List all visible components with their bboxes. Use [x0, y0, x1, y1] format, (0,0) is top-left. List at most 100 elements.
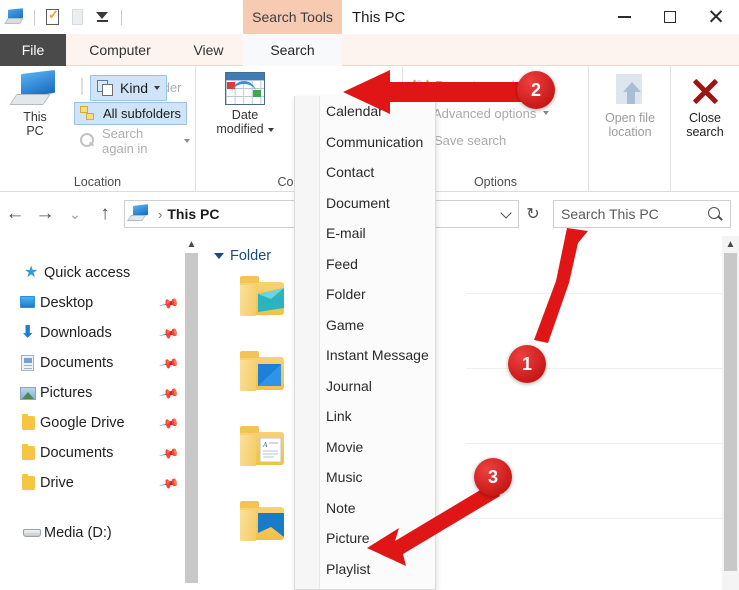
menu-item-picture[interactable]: Picture	[295, 523, 435, 554]
ribbon-group-close-search: Close search	[671, 66, 739, 192]
open-file-location-button[interactable]: Open file location	[597, 74, 663, 140]
this-pc-button[interactable]: This PC	[2, 69, 68, 139]
tab-view-label: View	[193, 42, 224, 58]
menu-item-playlist[interactable]: Playlist	[295, 554, 435, 585]
up-button[interactable]: ↑	[90, 199, 120, 229]
minimize-icon	[617, 16, 631, 18]
blue-shape-icon	[258, 513, 284, 537]
scroll-up-icon[interactable]: ▲	[183, 236, 200, 253]
group-header-folder[interactable]: Folder	[200, 236, 724, 270]
forward-button[interactable]: →	[30, 199, 60, 229]
menu-item-document[interactable]: Document	[295, 188, 435, 219]
menu-item-link[interactable]: Link	[295, 401, 435, 432]
contextual-tab-label: Search Tools	[252, 9, 333, 25]
nav-item-pictures[interactable]: Pictures 📌	[0, 378, 199, 408]
ribbon-tab-strip: File Computer View Search ?	[0, 34, 739, 93]
kind-dropdown-menu: Calendar Communication Contact Document …	[294, 96, 436, 590]
this-pc-label-line2: PC	[26, 124, 44, 139]
pin-icon[interactable]: 📌	[158, 353, 180, 375]
pin-icon[interactable]: 📌	[158, 473, 180, 495]
menu-item-calendar[interactable]: Calendar	[295, 96, 435, 127]
documents-icon	[18, 353, 40, 373]
pin-icon[interactable]: 📌	[158, 323, 180, 345]
pin-icon[interactable]: 📌	[158, 383, 180, 405]
menu-item-folder[interactable]: Folder	[295, 279, 435, 310]
tab-view[interactable]: View	[174, 34, 243, 66]
nav-pane-scrollbar[interactable]: ▲	[183, 236, 200, 590]
svg-text:A: A	[262, 441, 268, 449]
drive-icon	[22, 523, 44, 543]
all-subfolders-button[interactable]: All subfolders	[74, 102, 188, 125]
menu-item-email[interactable]: E-mail	[295, 218, 435, 249]
chevron-down-icon	[154, 86, 161, 90]
menu-item-feed[interactable]: Feed	[295, 249, 435, 280]
divider	[466, 518, 724, 519]
calendar-icon	[225, 72, 265, 105]
list-item[interactable]	[240, 351, 286, 391]
menu-item-movie[interactable]: Movie	[295, 432, 435, 463]
nav-item-downloads[interactable]: ⬇ Downloads 📌	[0, 318, 199, 348]
pin-icon[interactable]: 📌	[158, 413, 180, 435]
annotation-badge-2: 2	[517, 71, 555, 109]
menu-item-journal[interactable]: Journal	[295, 371, 435, 402]
downloads-icon: ⬇	[21, 324, 35, 341]
scroll-up-icon[interactable]: ▲	[722, 236, 739, 253]
refresh-button[interactable]: ↻	[519, 200, 547, 228]
close-button[interactable]: ✕	[693, 0, 739, 34]
close-icon: ✕	[707, 5, 725, 29]
open-file-location-label-line2: location	[608, 125, 652, 140]
list-item[interactable]	[240, 501, 286, 541]
customize-caret-icon[interactable]	[93, 7, 113, 27]
kind-label: Kind	[120, 80, 149, 96]
date-modified-button[interactable]: Date modified	[208, 72, 282, 137]
search-again-in-button[interactable]: Search again in	[74, 126, 195, 156]
all-subfolders-label: All subfolders	[103, 106, 182, 121]
back-button[interactable]: ←	[0, 199, 30, 229]
menu-item-instant-message[interactable]: Instant Message	[295, 340, 435, 371]
breadcrumb-this-pc[interactable]: This PC	[167, 206, 219, 222]
quick-access-toolbar	[0, 7, 125, 27]
close-search-button[interactable]: Close search	[673, 74, 737, 140]
nav-item-desktop[interactable]: Desktop 📌	[0, 288, 199, 318]
nav-item-documents[interactable]: Documents 📌	[0, 348, 199, 378]
properties-icon[interactable]	[43, 7, 63, 27]
search-input[interactable]: Search This PC	[553, 200, 731, 228]
menu-item-contact[interactable]: Contact	[295, 157, 435, 188]
document-thumbnail-icon: A	[258, 437, 284, 463]
list-item[interactable]: A	[240, 426, 286, 466]
tab-file[interactable]: File	[0, 34, 66, 66]
nav-item-quick-access[interactable]: ★ Quick access	[0, 258, 199, 288]
search-again-in-label: Search again in	[102, 125, 148, 156]
menu-item-music[interactable]: Music	[295, 462, 435, 493]
recent-locations-button[interactable]: ⌄	[60, 199, 90, 229]
nav-item-documents-folder[interactable]: Documents 📌	[0, 438, 199, 468]
window-title-text: This PC	[352, 8, 406, 26]
menu-item-communication[interactable]: Communication	[295, 127, 435, 158]
minimize-button[interactable]	[601, 0, 647, 34]
this-pc-icon[interactable]	[4, 7, 26, 27]
scrollbar-thumb[interactable]	[724, 253, 737, 571]
nav-item-media-d[interactable]: Media (D:)	[0, 518, 199, 548]
tab-search[interactable]: Search	[243, 34, 342, 66]
teal-box-icon	[258, 288, 284, 312]
kind-button[interactable]: Kind	[90, 75, 168, 101]
nav-item-drive[interactable]: Drive 📌	[0, 468, 199, 498]
new-folder-icon[interactable]	[68, 7, 88, 27]
pin-icon[interactable]: 📌	[158, 293, 180, 315]
folder-icon	[18, 473, 40, 493]
scrollbar-thumb[interactable]	[185, 253, 198, 583]
up-icon: ↑	[100, 203, 110, 224]
menu-item-note[interactable]: Note	[295, 493, 435, 524]
tab-computer[interactable]: Computer	[66, 34, 174, 66]
chevron-down-icon[interactable]	[502, 208, 512, 218]
pin-icon[interactable]: 📌	[158, 443, 180, 465]
maximize-button[interactable]	[647, 0, 693, 34]
contextual-tab-header: Search Tools	[243, 0, 342, 34]
ribbon-group-open-location: Open file location	[589, 66, 671, 192]
group-header-label: Folder	[230, 248, 272, 264]
content-scrollbar[interactable]: ▲	[722, 236, 739, 590]
nav-item-google-drive[interactable]: Google Drive 📌	[0, 408, 199, 438]
menu-item-game[interactable]: Game	[295, 310, 435, 341]
list-item[interactable]	[240, 276, 286, 316]
